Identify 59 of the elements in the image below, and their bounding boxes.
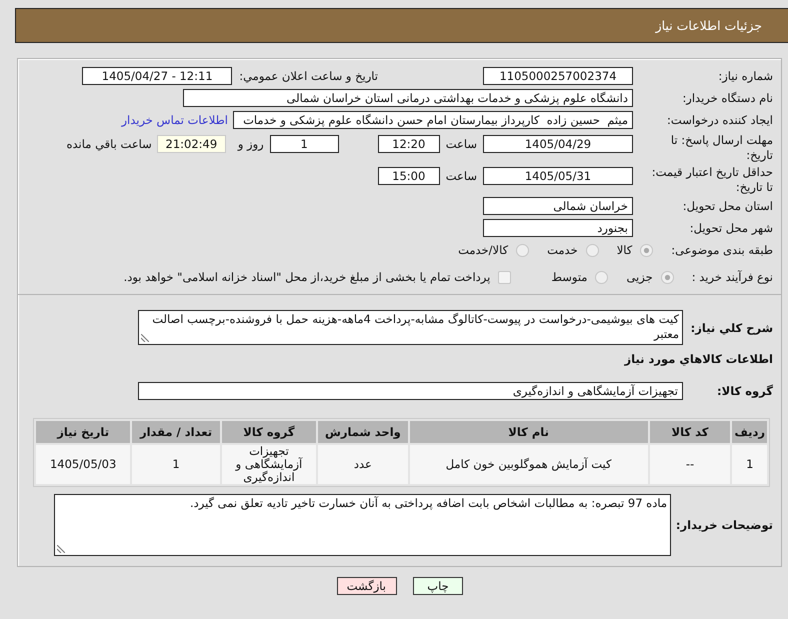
back-button[interactable]: بازگشت xyxy=(337,577,397,595)
table-cell: تجهیزات آزمایشگاهی و اندازه‌گیری xyxy=(222,445,316,484)
column-header: تاریخ نیاز xyxy=(36,421,130,443)
requester-field[interactable]: میثم حسین زاده کارپرداز بیمارستان امام حسن دانشگاه علوم پزشکی و خدمات xyxy=(233,111,633,129)
resize-grip-icon[interactable] xyxy=(57,545,65,553)
goods-heading: اطلاعات كالاهاي مورد نیاز xyxy=(623,351,773,368)
response-date-field[interactable]: 1405/04/29 xyxy=(483,135,633,153)
treasury-payment-label: پرداخت تمام یا بخشی از مبلغ خرید،از محل "اسناد خزانه اسلامی" خواهد بود. xyxy=(124,269,490,286)
radio-label: کالا/خدمت xyxy=(458,242,508,259)
purchase-process-label: نوع فرآیند خرید : xyxy=(692,269,773,286)
province-field[interactable]: خراسان شمالی xyxy=(483,197,633,215)
table-cell: -- xyxy=(650,445,730,484)
table-cell: 1405/05/03 xyxy=(36,445,130,484)
subject-category-label: طبقه بندی موضوعی: xyxy=(671,242,773,259)
column-header: تعداد / مقدار xyxy=(132,421,220,443)
validity-date-field[interactable]: 1405/05/31 xyxy=(483,167,633,185)
buyer-notes-field[interactable]: ماده 97 تبصره: به مطالبات اشخاص بابت اضافه پرداختی به آنان خسارت تاخیر تادیه تعلق نمی گیرد. xyxy=(54,494,671,556)
response-time-field[interactable]: 12:20 xyxy=(378,135,440,153)
resize-grip-icon[interactable] xyxy=(141,334,149,342)
goods-group-field[interactable]: تجهیزات آزمایشگاهی و اندازه‌گیری xyxy=(138,382,683,400)
radio-label: جزیی xyxy=(626,269,653,286)
radio-label: متوسط xyxy=(551,269,588,286)
description-field[interactable]: کیت های بیوشیمی-درخواست در پیوست-کاتالوگ مشابه-پرداخت 4ماهه-هزینه حمل با فروشنده-برچسب اصالت معتبر xyxy=(138,310,683,345)
buyer-notes-label: توضیحات خریدار: xyxy=(674,518,773,532)
column-header: واحد شمارش xyxy=(318,421,408,443)
days-label: روز و xyxy=(238,136,264,153)
column-header: نام کالا xyxy=(410,421,648,443)
need-number-label: شماره نیاز: xyxy=(717,68,773,85)
page-title: جزئیات اطلاعات نیاز xyxy=(656,18,762,33)
radio-label: کالا xyxy=(616,242,632,259)
price-validity-label: حداقل تاریخ اعتبار قیمت: تا تاریخ: xyxy=(650,165,773,195)
table-cell: کیت آزمایش هموگلوبین خون کامل xyxy=(410,445,648,484)
remaining-time-field[interactable]: 21:02:49 xyxy=(156,135,226,153)
city-label: شهر محل تحویل: xyxy=(688,220,773,237)
column-header: گروه کالا xyxy=(222,421,316,443)
table-cell: 1 xyxy=(132,445,220,484)
announce-date-field[interactable]: 1405/04/27 - 12:11 xyxy=(82,67,232,85)
print-button[interactable]: چاپ xyxy=(413,577,463,595)
table-cell: عدد xyxy=(318,445,408,484)
city-field[interactable]: بجنورد xyxy=(483,219,633,237)
need-number-field[interactable]: 1105000257002374 xyxy=(483,67,633,85)
announce-date-label: تاریخ و ساعت اعلان عمومي: xyxy=(239,68,378,85)
buyer-org-label: نام دستگاه خریدار: xyxy=(681,90,773,107)
buyer-contact-link[interactable]: اطلاعات تماس خریدار xyxy=(121,111,228,129)
goods-group-label: گروه کالا: xyxy=(716,384,773,398)
requester-label: ایجاد کننده درخواست: xyxy=(666,112,773,129)
validity-time-field[interactable]: 15:00 xyxy=(378,167,440,185)
description-label: شرح کلي نیاز: xyxy=(690,320,773,334)
table-cell: 1 xyxy=(732,445,767,484)
remaining-time-label: ساعت باقي مانده xyxy=(66,136,152,153)
days-field[interactable]: 1 xyxy=(270,135,339,153)
column-header: ردیف xyxy=(732,421,767,443)
province-label: استان محل تحویل: xyxy=(682,198,773,215)
column-header: کد کالا xyxy=(650,421,730,443)
buyer-org-field[interactable]: دانشگاه علوم پزشکی و خدمات بهداشتی درمانی استان خراسان شمالی xyxy=(183,89,633,107)
response-deadline-label: مهلت ارسال پاسخ: تا تاریخ: xyxy=(670,133,773,163)
radio-label: خدمت xyxy=(547,242,578,259)
validity-time-label: ساعت xyxy=(446,168,477,185)
response-time-label: ساعت xyxy=(446,136,477,153)
